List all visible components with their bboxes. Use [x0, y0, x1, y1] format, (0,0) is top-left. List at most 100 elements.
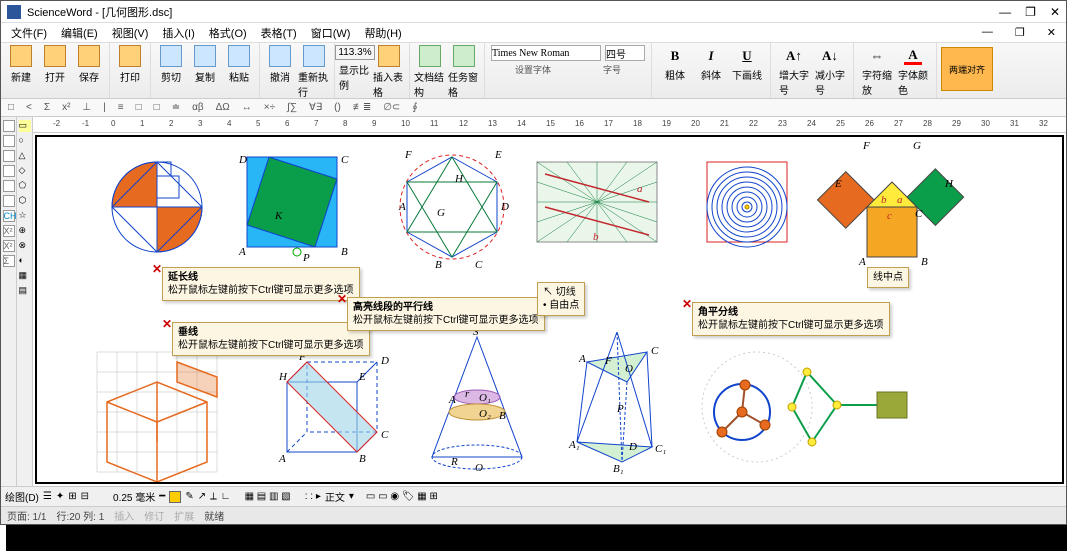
save-button[interactable]: 保存	[73, 45, 105, 84]
tooltip-parallel: 高亮线段的平行线松开鼠标左键前按下Ctrl键可显示更多选项	[347, 297, 545, 331]
app-icon	[7, 5, 21, 19]
svg-text:C: C	[381, 429, 389, 441]
mdi-close[interactable]: ✕	[1041, 24, 1062, 41]
tooltip-bisector: 角平分线松开鼠标左键前按下Ctrl键可显示更多选项	[692, 302, 890, 336]
svg-text:P: P	[616, 403, 624, 415]
copy-button[interactable]: 复制	[189, 45, 221, 84]
menu-edit[interactable]: 编辑(E)	[55, 23, 104, 43]
svg-text:H: H	[944, 178, 954, 190]
font-size-input[interactable]	[605, 45, 645, 61]
svg-text:D: D	[628, 441, 637, 453]
tooltip-midpoint: 线中点	[867, 267, 909, 288]
print-button[interactable]: 打印	[114, 45, 146, 84]
svg-text:C: C	[915, 208, 923, 220]
redo-button[interactable]: 重新执行	[298, 45, 330, 99]
svg-text:C₁: C₁	[655, 443, 666, 455]
svg-text:D: D	[380, 355, 389, 367]
svg-text:G: G	[913, 140, 921, 152]
doc-structure-button[interactable]: 文档结构	[414, 45, 446, 99]
svg-text:F: F	[404, 149, 412, 161]
menubar: 文件(F) 编辑(E) 视图(V) 插入(I) 格式(O) 表格(T) 窗口(W…	[1, 23, 1066, 43]
close-button[interactable]: ✕	[1050, 5, 1060, 19]
menu-insert[interactable]: 插入(I)	[156, 23, 200, 43]
titlebar: ScienceWord - [几何图形.dsc] — ❐ ✕	[1, 1, 1066, 23]
paste-button[interactable]: 粘贴	[223, 45, 255, 84]
svg-text:B: B	[435, 259, 442, 271]
svg-text:E: E	[834, 178, 842, 190]
svg-text:A: A	[398, 201, 406, 213]
formula-toolbar: □ < Σ x² ⊥ | ≡ □ □ ≐ αβ ΔΩ ↔ ×÷ ∫∑ ∀∃ ()…	[1, 99, 1066, 117]
menu-window[interactable]: 窗口(W)	[305, 23, 357, 43]
font-color-button[interactable]: A字体颜色	[898, 47, 928, 97]
svg-text:P: P	[302, 252, 310, 264]
grow-font-button[interactable]: A↑增大字号	[779, 47, 809, 97]
svg-text:B: B	[499, 410, 506, 422]
open-button[interactable]: 打开	[39, 45, 71, 84]
svg-text:D: D	[238, 154, 247, 166]
svg-text:A: A	[238, 246, 246, 258]
mdi-restore[interactable]: ❐	[1009, 24, 1031, 41]
maximize-button[interactable]: ❐	[1025, 5, 1036, 19]
svg-text:C: C	[651, 345, 659, 357]
char-scale-button[interactable]: ⇔字符缩放	[862, 47, 892, 97]
svg-text:K: K	[274, 210, 283, 222]
svg-text:a: a	[637, 183, 643, 195]
svg-text:b: b	[593, 231, 599, 243]
bold-button[interactable]: B粗体	[660, 47, 690, 82]
svg-text:E: E	[358, 371, 366, 383]
svg-text:O₂: O₂	[479, 408, 491, 420]
drawing-toolbar: 绘图(D) ☰✦⊞⊟ 0.25 毫米 ━ ✎↗⟂∟ ▦ ▤ ▥ ▧ : : ▸ …	[1, 486, 1066, 506]
menu-view[interactable]: 视图(V)	[106, 23, 155, 43]
font-name-input[interactable]	[491, 45, 601, 61]
svg-text:G: G	[437, 207, 445, 219]
minimize-button[interactable]: —	[999, 5, 1011, 19]
task-pane-button[interactable]: 任务窗格	[448, 45, 480, 99]
cut-button[interactable]: 剪切	[155, 45, 187, 84]
justify-button[interactable]: 两端对齐	[941, 47, 993, 91]
svg-text:O: O	[475, 462, 483, 474]
left-toolbar-2: ▭ ○△◇⬠⬡☆⊕⊗◐▦▤	[17, 117, 33, 486]
svg-text:C: C	[341, 154, 349, 166]
tooltip-tangent: ↖ 切线• 自由点	[537, 282, 585, 316]
svg-text:E: E	[494, 149, 502, 161]
svg-text:C: C	[475, 259, 483, 271]
new-button[interactable]: 新建	[5, 45, 37, 84]
document-canvas[interactable]: D C A B K P A B C D E F G H a b	[35, 135, 1064, 484]
zoom-button[interactable]: 113.3%显示比例	[339, 45, 371, 99]
svg-text:B: B	[341, 246, 348, 258]
menu-help[interactable]: 帮助(H)	[358, 23, 407, 43]
svg-text:B: B	[359, 453, 366, 465]
svg-text:H: H	[278, 371, 288, 383]
svg-text:A: A	[578, 353, 586, 365]
svg-text:a: a	[897, 194, 903, 206]
window-title: ScienceWord - [几何图形.dsc]	[27, 4, 172, 20]
svg-text:B₁: B₁	[613, 463, 624, 475]
tooltip-perpendicular: 垂线松开鼠标左键前按下Ctrl键可显示更多选项	[172, 322, 370, 356]
svg-text:r: r	[465, 388, 470, 400]
menu-format[interactable]: 格式(O)	[203, 23, 253, 43]
menu-table[interactable]: 表格(T)	[255, 23, 303, 43]
svg-text:b: b	[881, 194, 887, 206]
mdi-minimize[interactable]: —	[976, 24, 999, 41]
svg-text:O₁: O₁	[479, 392, 491, 404]
undo-button[interactable]: 撤消	[264, 45, 296, 99]
svg-text:H: H	[454, 173, 464, 185]
svg-text:B: B	[921, 256, 928, 268]
underline-button[interactable]: U下画线	[732, 47, 762, 82]
menu-file[interactable]: 文件(F)	[5, 23, 53, 43]
shrink-font-button[interactable]: A↓减小字号	[815, 47, 845, 97]
svg-text:F: F	[862, 140, 870, 152]
svg-text:A: A	[278, 453, 286, 465]
svg-text:D: D	[500, 201, 509, 213]
svg-text:F: F	[604, 355, 612, 367]
svg-text:c: c	[887, 210, 892, 222]
italic-button[interactable]: I斜体	[696, 47, 726, 82]
insert-table-button[interactable]: 插入表格	[373, 45, 405, 99]
svg-text:O: O	[625, 363, 633, 375]
svg-text:A: A	[448, 394, 456, 406]
horizontal-ruler: -2-1012345678910111213141516171819202122…	[33, 117, 1066, 133]
svg-text:R: R	[450, 456, 458, 468]
ribbon: 新建 打开 保存 打印 剪切 复制 粘贴 撤消 重新执行 113.3%显示比例 …	[1, 43, 1066, 99]
draw-label[interactable]: 绘图(D)	[5, 489, 39, 504]
svg-text:A: A	[858, 256, 866, 268]
